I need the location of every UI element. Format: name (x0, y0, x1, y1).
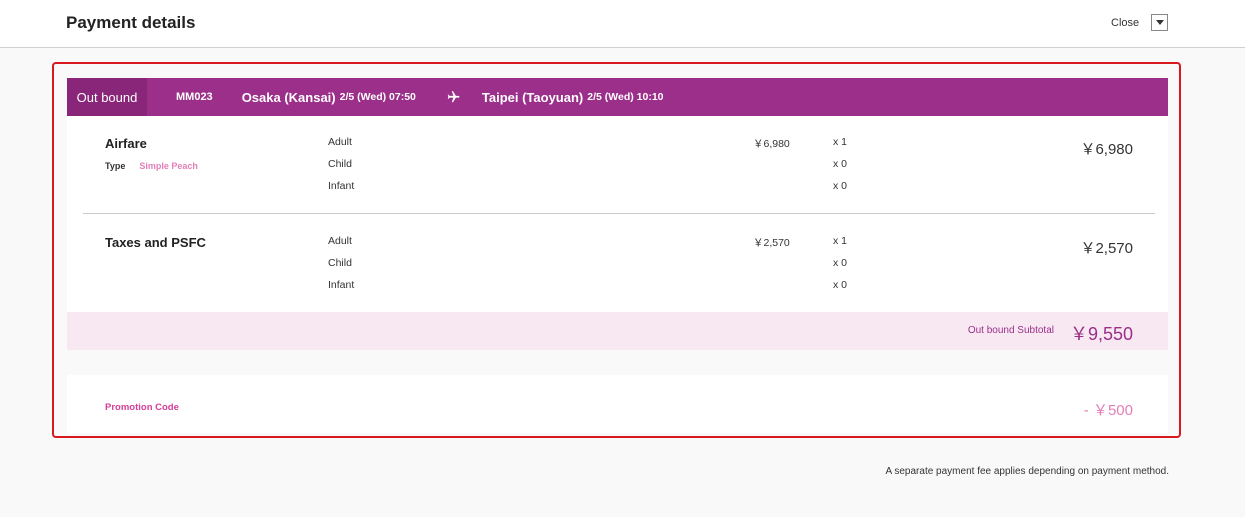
airfare-title: Airfare (105, 136, 147, 151)
origin-time: 2/5 (Wed) 07:50 (339, 91, 416, 103)
subtotal-label: Out bound Subtotal (967, 325, 1054, 336)
destination-time: 2/5 (Wed) 10:10 (587, 91, 664, 103)
airfare-child-label: Child (328, 158, 352, 170)
subtotal-band: Out bound Subtotal ￥9,550 (67, 312, 1168, 350)
taxes-infant-qty: x 0 (833, 279, 848, 291)
airfare-adult-unit: ￥6,980 (753, 138, 790, 150)
page-header: Payment details Close (0, 0, 1245, 48)
fare-type: Type Simple Peach (105, 161, 198, 171)
chevron-down-icon (1155, 20, 1164, 25)
destination-city: Taipei (Taoyuan) (481, 89, 584, 105)
fare-breakdown: Airfare Type Simple Peach Adult ￥6,980 x… (67, 116, 1168, 312)
airfare-adult-qty: x 1 (833, 136, 848, 148)
close-button[interactable] (1151, 14, 1169, 31)
promotion-discount: - ￥500 (1083, 402, 1133, 419)
airplane-icon (447, 91, 460, 103)
subtotal-value: ￥9,550 (1069, 324, 1133, 344)
taxes-title: Taxes and PSFC (105, 235, 206, 250)
payment-fee-note: A separate payment fee applies depending… (885, 466, 1169, 477)
taxes-infant-label: Infant (328, 279, 355, 291)
promotion-code-label: Promotion Code (105, 402, 179, 413)
close-toggle[interactable]: Close (1111, 14, 1169, 31)
flight-number: MM023 (176, 91, 213, 103)
airfare-infant-qty: x 0 (833, 180, 848, 192)
taxes-adult-unit: ￥2,570 (753, 237, 790, 249)
close-label[interactable]: Close (1111, 17, 1139, 29)
airfare-adult-label: Adult (328, 136, 352, 148)
taxes-total: ￥2,570 (1080, 240, 1133, 257)
taxes-child-qty: x 0 (833, 257, 848, 269)
taxes-adult-label: Adult (328, 235, 352, 247)
payment-panel: Out bound MM023 Osaka (Kansai) 2/5 (Wed)… (52, 62, 1181, 438)
fare-type-value: Simple Peach (139, 161, 198, 171)
airfare-total: ￥6,980 (1080, 141, 1133, 158)
airfare-infant-label: Infant (328, 180, 355, 192)
fare-type-label: Type (105, 161, 126, 171)
airfare-child-qty: x 0 (833, 158, 848, 170)
flight-bar: Out bound MM023 Osaka (Kansai) 2/5 (Wed)… (67, 78, 1168, 116)
origin-city: Osaka (Kansai) (241, 89, 336, 105)
taxes-adult-qty: x 1 (833, 235, 848, 247)
divider (83, 213, 1155, 214)
page-title: Payment details (66, 13, 196, 32)
promotion-row: Promotion Code - ￥500 (67, 375, 1168, 433)
direction-label: Out bound (67, 78, 147, 116)
taxes-child-label: Child (328, 257, 352, 269)
